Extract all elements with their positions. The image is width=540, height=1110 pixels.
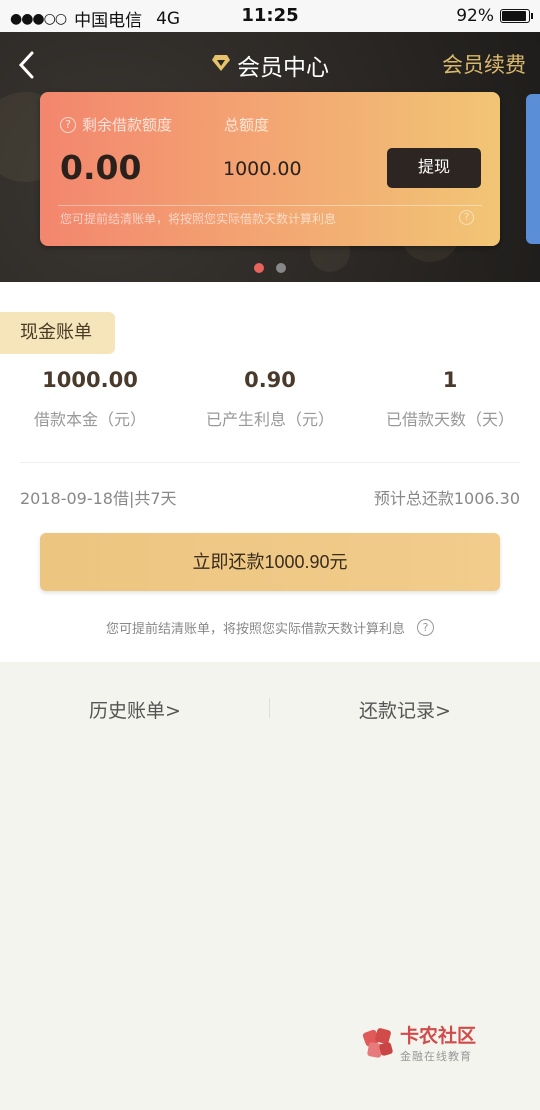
- pager-dot-active[interactable]: [254, 263, 264, 273]
- stat-label: 借款本金（元）: [33, 410, 146, 429]
- repay-note-text: 您可提前结清账单，将按照您实际借款天数计算利息: [105, 622, 405, 637]
- stat-label: 已借款天数（天）: [385, 410, 514, 429]
- stat-principal: 1000.00 借款本金（元）: [0, 368, 180, 430]
- card-divider: [58, 205, 482, 206]
- repayment-records-link[interactable]: 还款记录>: [270, 696, 540, 723]
- cash-bill-tag: 现金账单: [0, 312, 115, 354]
- cash-bill-section: 现金账单 1000.00 借款本金（元） 0.90 已产生利息（元） 1 已借款…: [0, 282, 540, 662]
- battery-percent: 92%: [456, 6, 494, 26]
- help-icon[interactable]: ?: [459, 210, 474, 225]
- bill-divider: [20, 462, 520, 463]
- page-title-text: 会员中心: [237, 55, 329, 81]
- renew-membership-link[interactable]: 会员续费: [442, 49, 526, 79]
- status-bar: ●●●○○ 中国电信 4G 11:25 92%: [0, 0, 540, 32]
- watermark: 卡农社区 金融在线教育: [362, 1021, 476, 1064]
- bill-links: 历史账单> 还款记录>: [0, 680, 540, 736]
- kanong-logo-icon: [362, 1025, 396, 1061]
- member-header: 会员中心 会员续费 ? 剩余借款额度 总额度 0.00 1000.00 提现 您…: [0, 32, 540, 282]
- credit-card: ? 剩余借款额度 总额度 0.00 1000.00 提现 您可提前结清账单，将按…: [40, 92, 500, 246]
- card-note: 您可提前结清账单，将按照您实际借款天数计算利息: [60, 212, 337, 226]
- estimated-repayment: 预计总还款1006.30: [373, 489, 520, 508]
- watermark-brand: 卡农社区: [400, 1025, 477, 1047]
- diamond-icon: [211, 54, 231, 77]
- pager-dot[interactable]: [276, 263, 286, 273]
- loan-date-info: 2018-09-18借|共7天: [20, 489, 177, 508]
- stat-days: 1 已借款天数（天）: [360, 368, 540, 430]
- stat-value: 0.90: [244, 368, 296, 392]
- total-credit-value: 1000.00: [223, 158, 302, 180]
- question-icon[interactable]: ?: [417, 619, 434, 636]
- total-credit-label: 总额度: [224, 116, 270, 134]
- repay-note: 您可提前结清账单，将按照您实际借款天数计算利息 ?: [0, 618, 540, 637]
- withdraw-button[interactable]: 提现: [387, 148, 481, 188]
- info-icon[interactable]: ?: [60, 116, 76, 133]
- carousel-pager: [0, 263, 540, 273]
- watermark-slogan: 金融在线教育: [400, 1050, 472, 1063]
- stat-interest: 0.90 已产生利息（元）: [180, 368, 360, 430]
- battery-icon: [500, 9, 533, 23]
- repay-now-button[interactable]: 立即还款1000.90元: [40, 533, 500, 591]
- remaining-credit-value: 0.00: [60, 148, 142, 187]
- stat-label: 已产生利息（元）: [205, 410, 334, 429]
- stat-value: 1: [442, 368, 458, 392]
- remaining-credit-label: 剩余借款额度: [82, 116, 173, 134]
- history-bills-link[interactable]: 历史账单>: [0, 696, 270, 723]
- next-card-peek[interactable]: [526, 94, 540, 244]
- stat-value: 1000.00: [42, 368, 138, 392]
